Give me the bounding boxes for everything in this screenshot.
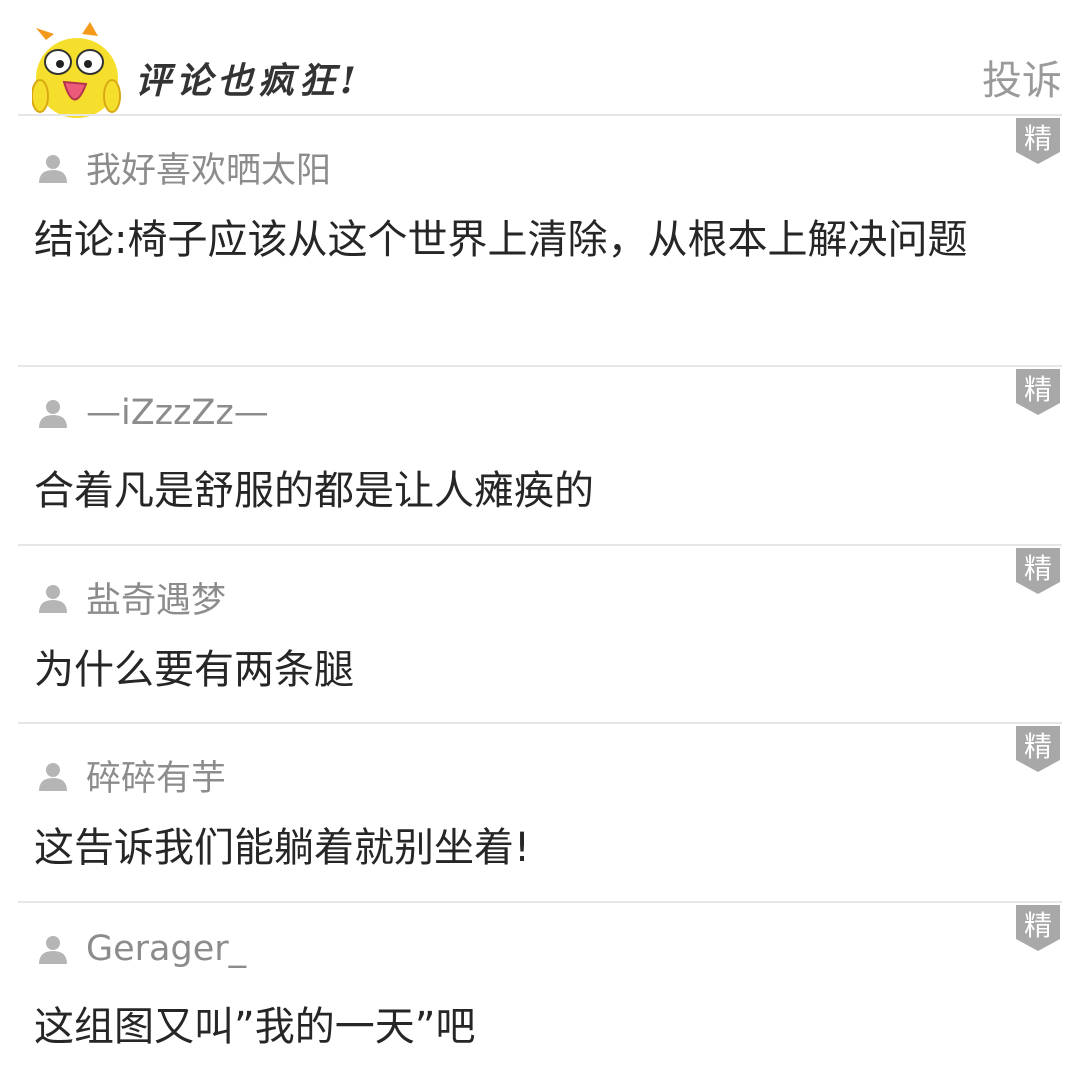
featured-badge: 精 bbox=[1016, 118, 1060, 164]
page-title: 评论也疯狂! bbox=[135, 60, 361, 102]
comment-meta: Gerager_ bbox=[38, 929, 246, 969]
comment-meta: 碎碎有芋 bbox=[38, 750, 226, 801]
featured-badge-label: 精 bbox=[1024, 122, 1052, 155]
featured-badge: 精 bbox=[1016, 548, 1060, 594]
featured-badge: 精 bbox=[1016, 905, 1060, 951]
featured-badge-label: 精 bbox=[1024, 373, 1052, 406]
comment-text: 结论:椅子应该从这个世界上清除，从根本上解决问题 bbox=[34, 217, 968, 263]
user-icon bbox=[39, 584, 67, 613]
comment-username[interactable]: 我好喜欢晒太阳 bbox=[86, 142, 331, 193]
comment-item: 精 碎碎有芋 这告诉我们能躺着就别坐着! bbox=[18, 722, 1062, 901]
comment-text: 这告诉我们能躺着就别坐着! bbox=[34, 825, 531, 871]
user-icon bbox=[39, 400, 67, 428]
featured-badge: 精 bbox=[1016, 726, 1060, 772]
mascot-icon bbox=[32, 22, 121, 118]
comment-username[interactable]: 碎碎有芋 bbox=[86, 750, 226, 801]
comment-meta: 我好喜欢晒太阳 bbox=[38, 142, 331, 193]
comment-item: 精 —iZzzZz— 合着凡是舒服的都是让人瘫痪的 bbox=[18, 365, 1062, 544]
featured-badge: 精 bbox=[1016, 369, 1060, 415]
comment-meta: —iZzzZz— bbox=[38, 393, 269, 433]
comment-text: 这组图又叫”我的一天”吧 bbox=[34, 1004, 476, 1050]
featured-badge-label: 精 bbox=[1024, 730, 1052, 763]
comment-item: 精 盐奇遇梦 为什么要有两条腿 bbox=[18, 544, 1062, 722]
user-icon bbox=[39, 762, 67, 791]
comment-username[interactable]: Gerager_ bbox=[86, 929, 246, 969]
report-button[interactable]: 投诉 bbox=[982, 48, 1062, 106]
comment-username[interactable]: —iZzzZz— bbox=[86, 393, 269, 433]
comment-username[interactable]: 盐奇遇梦 bbox=[86, 572, 226, 623]
comment-list: 精 我好喜欢晒太阳 结论:椅子应该从这个世界上清除，从根本上解决问题 精 —iZ… bbox=[18, 114, 1062, 1073]
user-icon bbox=[39, 154, 67, 183]
header: 评论也疯狂! 投诉 bbox=[0, 0, 1080, 118]
user-icon bbox=[39, 936, 67, 964]
comment-text: 为什么要有两条腿 bbox=[34, 647, 354, 693]
featured-badge-label: 精 bbox=[1024, 552, 1052, 585]
comment-text: 合着凡是舒服的都是让人瘫痪的 bbox=[34, 468, 594, 514]
comment-item: 精 我好喜欢晒太阳 结论:椅子应该从这个世界上清除，从根本上解决问题 bbox=[18, 114, 1062, 365]
featured-badge-label: 精 bbox=[1024, 909, 1052, 942]
comment-item: 精 Gerager_ 这组图又叫”我的一天”吧 bbox=[18, 901, 1062, 1073]
comment-meta: 盐奇遇梦 bbox=[38, 572, 226, 623]
